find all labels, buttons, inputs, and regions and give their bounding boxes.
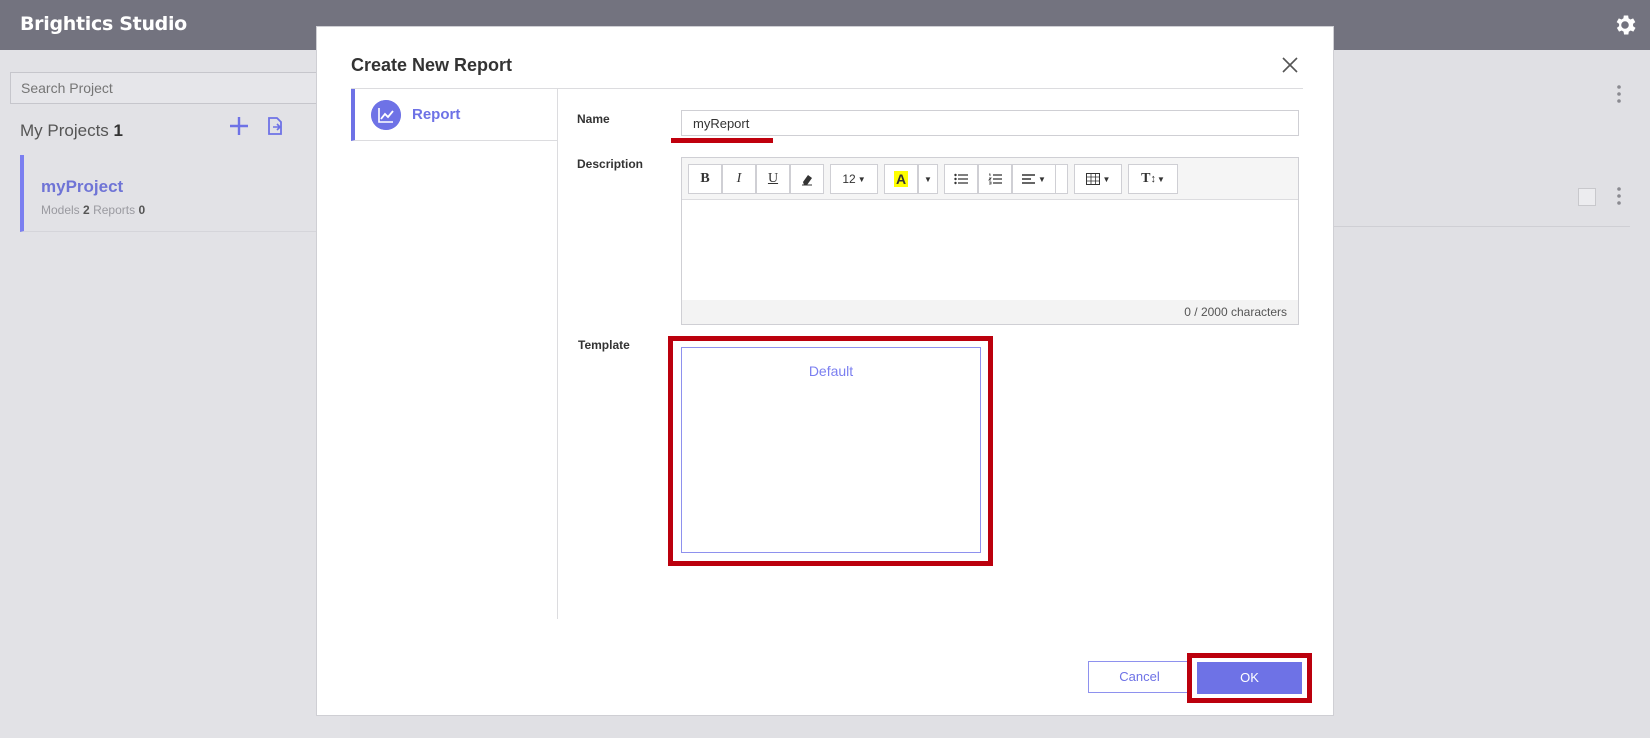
annotation-underline <box>671 138 773 143</box>
ordered-list-icon <box>988 173 1002 185</box>
project-item[interactable]: myProject Models 2 Reports 0 <box>20 155 350 232</box>
highlight-color-label: A <box>893 171 909 187</box>
caret-down-icon: ▼ <box>1102 174 1111 184</box>
italic-button[interactable]: I <box>722 164 756 194</box>
close-icon[interactable] <box>1280 55 1300 75</box>
description-editor: B I U 12 ▼ A ▼ ▼ ▼ T ↕ ▼ 0 / 2000 charac… <box>681 157 1299 325</box>
font-size-select[interactable]: 12 ▼ <box>830 164 878 194</box>
table-icon <box>1085 173 1100 185</box>
item-checkbox[interactable] <box>1578 188 1596 206</box>
search-project-input[interactable] <box>10 72 340 104</box>
underline-button[interactable]: U <box>756 164 790 194</box>
report-chart-icon <box>371 100 401 130</box>
text-style-label: T <box>1141 171 1151 186</box>
name-label: Name <box>577 112 610 126</box>
plus-icon[interactable] <box>228 115 250 137</box>
gear-icon[interactable] <box>1612 12 1638 38</box>
caret-down-icon: ▼ <box>857 174 866 184</box>
text-height-icon: ↕ <box>1150 173 1156 185</box>
name-input[interactable] <box>681 110 1299 136</box>
template-option-label: Default <box>808 363 854 379</box>
dialog-nav: Report <box>351 89 558 619</box>
text-style-dropdown[interactable]: T ↕ ▼ <box>1128 164 1178 194</box>
description-textarea[interactable] <box>682 200 1298 300</box>
project-meta: Models 2 Reports 0 <box>41 203 145 217</box>
create-report-dialog: Create New Report Report Name Descriptio… <box>316 26 1334 716</box>
caret-down-icon: ▼ <box>1156 174 1165 184</box>
ordered-list-button[interactable] <box>978 164 1012 194</box>
highlight-color-dropdown[interactable]: ▼ <box>918 164 938 194</box>
cancel-button[interactable]: Cancel <box>1088 661 1191 693</box>
reports-count: 0 <box>138 203 146 217</box>
font-size-value: 12 <box>842 172 856 186</box>
ok-button[interactable]: OK <box>1197 662 1302 694</box>
eraser-icon <box>802 175 812 186</box>
nav-report-label: Report <box>412 106 461 123</box>
description-label: Description <box>577 157 644 171</box>
app-title: Brightics Studio <box>20 13 187 35</box>
caret-down-icon: ▼ <box>1038 174 1046 184</box>
kebab-icon[interactable] <box>1616 84 1622 104</box>
projects-label: My Projects <box>20 121 109 140</box>
projects-count: 1 <box>113 121 123 140</box>
models-count: 2 <box>83 203 90 217</box>
projects-heading: My Projects 1 <box>20 121 123 141</box>
file-import-icon[interactable] <box>265 116 285 136</box>
template-option-default[interactable]: Default <box>681 347 981 553</box>
clear-format-button[interactable] <box>790 164 824 194</box>
table-dropdown[interactable]: ▼ <box>1074 164 1122 194</box>
align-icon <box>1022 173 1036 184</box>
kebab-icon[interactable] <box>1616 186 1622 206</box>
project-sidebar: My Projects 1 myProject Models 2 Reports… <box>0 50 350 738</box>
bold-button[interactable]: B <box>688 164 722 194</box>
nav-item-report[interactable]: Report <box>351 89 557 141</box>
divider <box>1334 226 1630 227</box>
template-label: Template <box>578 338 630 352</box>
editor-toolbar: B I U 12 ▼ A ▼ ▼ ▼ T ↕ ▼ <box>682 158 1298 200</box>
dialog-title: Create New Report <box>351 55 513 75</box>
highlight-color-button[interactable]: A <box>884 164 918 194</box>
align-dropdown[interactable]: ▼ <box>1012 164 1056 194</box>
unordered-list-icon <box>954 173 968 185</box>
models-label: Models <box>41 203 80 217</box>
reports-label: Reports <box>93 203 136 217</box>
character-counter: 0 / 2000 characters <box>682 300 1298 324</box>
project-name[interactable]: myProject <box>41 177 123 197</box>
unordered-list-button[interactable] <box>944 164 978 194</box>
